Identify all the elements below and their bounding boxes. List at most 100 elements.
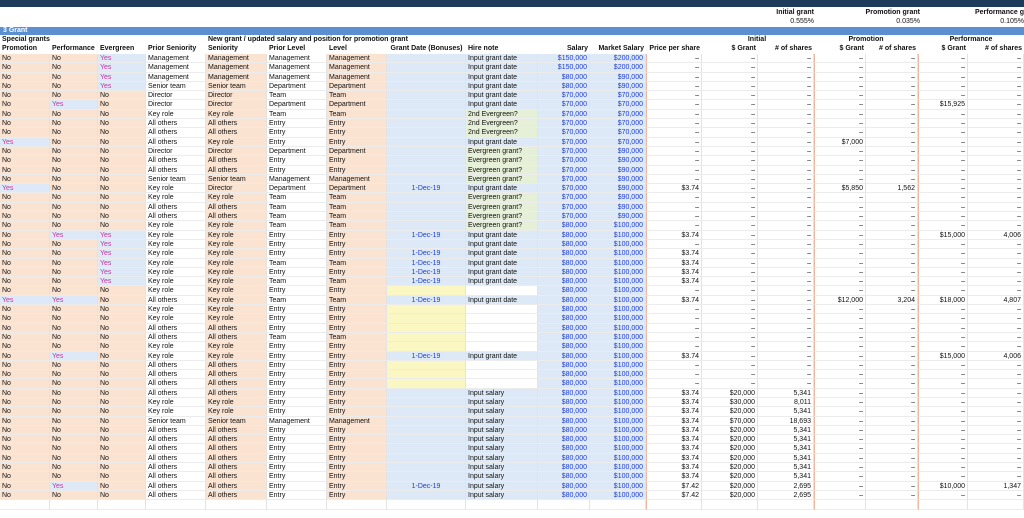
cell-salary[interactable]: $80,000 (538, 351, 590, 361)
cell-prior-seniority[interactable]: Key role (146, 230, 206, 240)
cell-grant-date[interactable]: 1-Dec-19 (387, 184, 466, 194)
rate-value[interactable]: 0.105% (950, 17, 1024, 26)
cell-promotion[interactable]: No (0, 379, 50, 389)
cell-initial-shares[interactable]: – (758, 332, 814, 343)
cell-promotion-shares[interactable]: – (866, 332, 918, 343)
cell-performance-grant[interactable]: – (918, 397, 968, 408)
cell-initial-grant[interactable]: $20,000 (702, 472, 758, 482)
cell-initial-grant[interactable]: – (702, 258, 758, 268)
cell-seniority[interactable]: All others (206, 360, 267, 371)
cell-evergreen[interactable]: No (98, 193, 146, 203)
cell-promotion-shares[interactable]: – (866, 249, 918, 259)
cell-initial-shares[interactable]: – (758, 212, 814, 222)
cell-performance-grant[interactable]: – (918, 407, 968, 417)
cell-promotion-shares[interactable]: – (866, 342, 918, 352)
cell-performance[interactable]: No (50, 453, 98, 464)
cell-performance[interactable]: No (50, 388, 98, 398)
cell-seniority[interactable]: Management (206, 54, 267, 64)
cell-market-salary[interactable]: $90,000 (590, 202, 646, 213)
cell-prior-level[interactable]: Team (267, 212, 327, 222)
cell-prior-level[interactable]: Entry (267, 230, 327, 240)
cell-initial-grant[interactable]: – (702, 184, 758, 194)
cell-price-per-share[interactable]: $3.74 (646, 435, 702, 445)
column-header-market-salary[interactable]: Market Salary (590, 44, 646, 54)
cell-promotion[interactable]: No (0, 249, 50, 259)
cell-level[interactable]: Team (327, 202, 387, 213)
cell-initial-shares[interactable]: – (758, 72, 814, 82)
cell-hire-note[interactable]: Input salary (466, 407, 538, 417)
cell-prior-seniority[interactable]: All others (146, 156, 206, 166)
cell-level[interactable]: Entry (327, 481, 387, 491)
cell-price-per-share[interactable]: – (646, 91, 702, 101)
cell-salary[interactable]: $80,000 (538, 388, 590, 398)
cell-salary[interactable]: $70,000 (538, 137, 590, 147)
cell-performance[interactable]: No (50, 165, 98, 175)
cell-initial-grant[interactable]: $20,000 (702, 481, 758, 491)
cell-salary[interactable]: $80,000 (538, 379, 590, 389)
cell-prior-level[interactable]: Team (267, 109, 327, 120)
cell-promotion-shares[interactable]: – (866, 230, 918, 240)
cell-promotion[interactable]: Yes (0, 137, 50, 147)
cell-performance[interactable]: No (50, 397, 98, 408)
cell-evergreen[interactable]: No (98, 119, 146, 129)
cell-grant-date[interactable] (387, 119, 466, 129)
special-grants-header[interactable]: Special grants (0, 35, 206, 44)
cell-evergreen[interactable]: No (98, 407, 146, 417)
cell-promotion-shares[interactable]: – (866, 137, 918, 147)
cell-prior-level[interactable]: Management (267, 72, 327, 82)
cell-promotion[interactable]: No (0, 453, 50, 464)
cell-performance[interactable]: No (50, 425, 98, 436)
cell-initial-grant[interactable]: – (702, 323, 758, 333)
cell-performance-shares[interactable]: – (968, 128, 1024, 138)
cell-promotion-grant[interactable]: $12,000 (814, 295, 866, 306)
cell-price-per-share[interactable]: – (646, 193, 702, 203)
cell-prior-seniority[interactable]: Key role (146, 351, 206, 361)
cell-price-per-share[interactable]: $3.74 (646, 472, 702, 482)
cell-initial-shares[interactable]: – (758, 295, 814, 306)
cell-promotion-grant[interactable]: – (814, 444, 866, 454)
cell-promotion[interactable]: No (0, 407, 50, 417)
cell-market-salary[interactable]: $90,000 (590, 72, 646, 82)
cell-hire-note[interactable]: 2nd Evergreen? (466, 109, 538, 120)
cell-level[interactable]: Entry (327, 425, 387, 436)
cell-price-per-share[interactable]: – (646, 100, 702, 110)
cell-initial-shares[interactable]: – (758, 286, 814, 296)
cell-market-salary[interactable]: $100,000 (590, 323, 646, 333)
cell-initial-shares[interactable]: – (758, 277, 814, 287)
cell-price-per-share[interactable]: – (646, 109, 702, 120)
cell-prior-level[interactable]: Entry (267, 425, 327, 436)
cell-promotion[interactable]: No (0, 63, 50, 73)
cell-prior-seniority[interactable]: Management (146, 54, 206, 64)
cell-initial-shares[interactable]: – (758, 249, 814, 259)
cell-performance[interactable]: No (50, 239, 98, 250)
cell-level[interactable]: Entry (327, 342, 387, 352)
cell-performance[interactable]: Yes (50, 230, 98, 240)
cell-seniority[interactable]: All others (206, 323, 267, 333)
cell-salary[interactable]: $80,000 (538, 342, 590, 352)
cell-salary[interactable]: $80,000 (538, 249, 590, 259)
cell-initial-grant[interactable]: – (702, 342, 758, 352)
cell-level[interactable]: Entry (327, 286, 387, 296)
cell-price-per-share[interactable]: – (646, 286, 702, 296)
cell-level[interactable]: Management (327, 54, 387, 64)
cell-hire-note[interactable]: Input grant date (466, 230, 538, 240)
cell-grant-date[interactable] (387, 165, 466, 175)
cell-grant-date[interactable] (387, 54, 466, 64)
cell-seniority[interactable]: Key role (206, 295, 267, 306)
cell-level[interactable]: Entry (327, 267, 387, 278)
cell-performance-shares[interactable]: – (968, 156, 1024, 166)
cell-salary[interactable]: $80,000 (538, 332, 590, 343)
cell-performance-grant[interactable]: – (918, 249, 968, 259)
cell-initial-shares[interactable]: – (758, 54, 814, 64)
cell-market-salary[interactable]: $100,000 (590, 463, 646, 473)
cell-promotion-shares[interactable]: – (866, 146, 918, 157)
cell-promotion-shares[interactable]: – (866, 54, 918, 64)
cell-initial-shares[interactable]: – (758, 370, 814, 380)
cell-salary[interactable]: $80,000 (538, 230, 590, 240)
cell-prior-level[interactable]: Entry (267, 249, 327, 259)
cell-grant-date[interactable] (387, 286, 466, 296)
cell-initial-grant[interactable]: – (702, 100, 758, 110)
cell-prior-seniority[interactable]: All others (146, 202, 206, 213)
cell-market-salary[interactable]: $100,000 (590, 453, 646, 464)
cell-promotion-grant[interactable]: – (814, 360, 866, 371)
